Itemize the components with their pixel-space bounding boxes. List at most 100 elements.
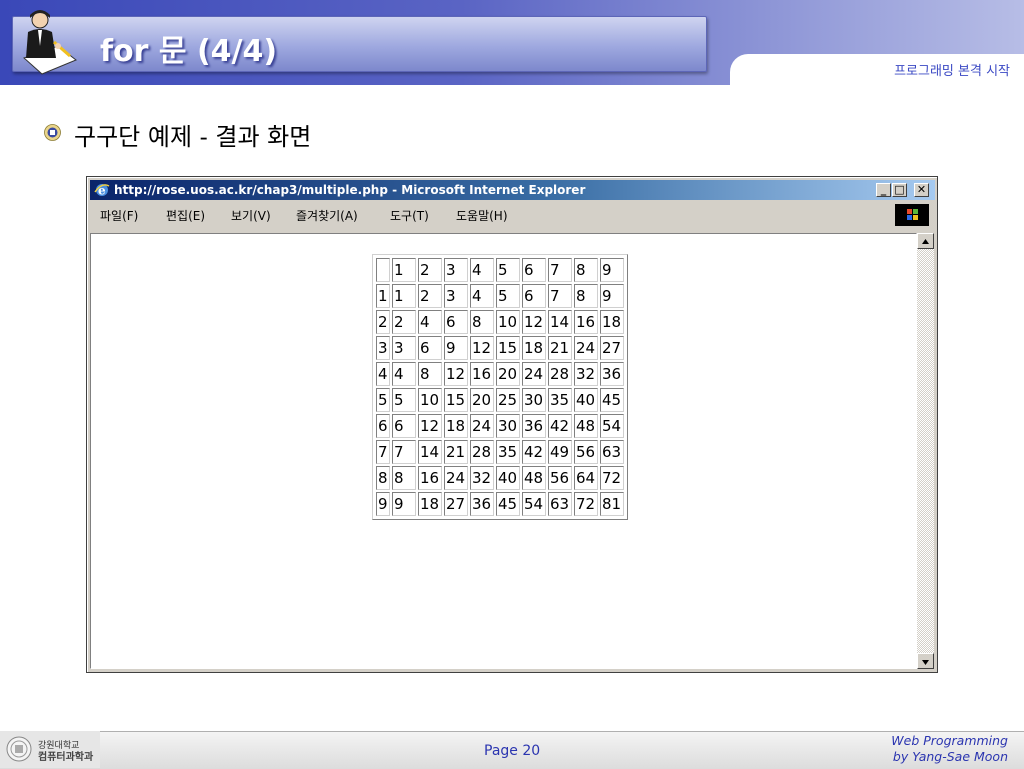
table-cell: 6 (392, 414, 416, 438)
minimize-button[interactable]: _ (876, 183, 891, 197)
table-cell: 30 (496, 414, 520, 438)
table-cell: 3 (444, 284, 468, 308)
table-row: 6 6 12 18 24 30 36 42 48 54 (376, 414, 624, 438)
table-cell: 42 (522, 440, 546, 464)
close-button[interactable]: ✕ (914, 183, 929, 197)
credit: Web Programming by Yang-Sae Moon (891, 733, 1008, 765)
table-cell: 45 (496, 492, 520, 516)
table-row: 7 7 14 21 28 35 42 49 56 63 (376, 440, 624, 464)
table-cell: 5 (496, 284, 520, 308)
table-cell: 15 (444, 388, 468, 412)
table-cell: 54 (600, 414, 624, 438)
table-cell: 54 (522, 492, 546, 516)
table-cell: 4 (418, 310, 442, 334)
table-cell: 64 (574, 466, 598, 490)
table-cell: 7 (548, 284, 572, 308)
table-cell: 8 (418, 362, 442, 386)
table-cell: 56 (548, 466, 572, 490)
menu-edit[interactable]: 편집(E) (166, 207, 205, 224)
table-cell: 6 (522, 284, 546, 308)
table-cell: 12 (418, 414, 442, 438)
table-cell: 5 (392, 388, 416, 412)
scroll-down-button[interactable] (917, 653, 934, 669)
table-cell: 20 (470, 388, 494, 412)
table-cell: 14 (418, 440, 442, 464)
menu-help[interactable]: 도움말(H) (456, 207, 508, 224)
table-cell: 24 (444, 466, 468, 490)
table-cell: 40 (496, 466, 520, 490)
table-cell: 24 (574, 336, 598, 360)
table-cell: 18 (600, 310, 624, 334)
table-cell: 63 (548, 492, 572, 516)
table-cell: 4 (392, 362, 416, 386)
table-cell: 49 (548, 440, 572, 464)
table-cell: 72 (600, 466, 624, 490)
table-cell: 3 (444, 258, 468, 282)
table-cell: 35 (548, 388, 572, 412)
table-cell: 8 (574, 284, 598, 308)
table-cell: 6 (444, 310, 468, 334)
arrow-down-icon (922, 660, 929, 665)
table-cell: 35 (496, 440, 520, 464)
table-cell: 18 (418, 492, 442, 516)
table-row: 8 8 16 24 32 40 48 56 64 72 (376, 466, 624, 490)
university-seal-icon (6, 736, 32, 762)
table-cell (376, 258, 390, 282)
table-cell: 32 (574, 362, 598, 386)
table-cell: 45 (600, 388, 624, 412)
table-row: 2 2 4 6 8 10 12 14 16 18 (376, 310, 624, 334)
table-cell: 40 (574, 388, 598, 412)
table-cell: 18 (444, 414, 468, 438)
table-cell: 8 (392, 466, 416, 490)
menu-tools[interactable]: 도구(T) (390, 207, 429, 224)
internet-explorer-icon: e (94, 184, 110, 198)
menu-favorites[interactable]: 즐겨찾기(A) (296, 207, 358, 224)
browser-title: http://rose.uos.ac.kr/chap3/multiple.php… (114, 183, 586, 197)
table-cell: 15 (496, 336, 520, 360)
table-cell: 8 (574, 258, 598, 282)
windows-logo-icon (895, 204, 929, 226)
table-row: 3 3 6 9 12 15 18 21 24 27 (376, 336, 624, 360)
table-cell: 16 (470, 362, 494, 386)
dept-line1: 강원대학교 (38, 741, 80, 751)
table-row: 5 5 10 15 20 25 30 35 40 45 (376, 388, 624, 412)
bullet-text: 구구단 예제 - 결과 화면 (74, 123, 312, 151)
table-cell: 14 (548, 310, 572, 334)
table-cell: 21 (444, 440, 468, 464)
page-content: 1 2 3 4 5 6 7 8 9 1 1 2 3 4 5 6 7 8 9 2 2 4 6 8 10 12 14 16 18 3 3 6 9 12… (90, 233, 917, 669)
businessman-writing-icon (23, 10, 77, 75)
table-cell: 7 (376, 440, 390, 464)
menu-view[interactable]: 보기(V) (231, 207, 271, 224)
table-row: 9 9 18 27 36 45 54 63 72 81 (376, 492, 624, 516)
browser-title-bar[interactable]: e http://rose.uos.ac.kr/chap3/multiple.p… (90, 180, 935, 200)
dept-name: 강원대학교 컴퓨터과학과 (38, 741, 93, 763)
table-cell: 5 (376, 388, 390, 412)
table-cell: 9 (600, 284, 624, 308)
table-cell: 4 (470, 284, 494, 308)
table-cell: 25 (496, 388, 520, 412)
slide-title: for 문 (4/4) (100, 34, 278, 69)
vertical-scrollbar[interactable] (917, 233, 934, 669)
table-cell: 2 (376, 310, 390, 334)
table-cell: 48 (574, 414, 598, 438)
credit-line1: Web Programming (891, 733, 1008, 748)
table-cell: 27 (600, 336, 624, 360)
table-cell: 3 (392, 336, 416, 360)
table-cell: 1 (376, 284, 390, 308)
table-cell: 21 (548, 336, 572, 360)
table-cell: 9 (444, 336, 468, 360)
header-tab-label: 프로그래밍 본격 시작 (894, 64, 1010, 79)
table-cell: 36 (470, 492, 494, 516)
maximize-button[interactable]: □ (892, 183, 907, 197)
table-cell: 12 (444, 362, 468, 386)
table-cell: 6 (522, 258, 546, 282)
table-cell: 7 (548, 258, 572, 282)
table-cell: 10 (496, 310, 520, 334)
scroll-up-button[interactable] (917, 233, 934, 249)
table-cell: 63 (600, 440, 624, 464)
table-cell: 6 (376, 414, 390, 438)
table-cell: 2 (418, 284, 442, 308)
table-cell: 12 (522, 310, 546, 334)
table-cell: 24 (470, 414, 494, 438)
menu-file[interactable]: 파일(F) (100, 207, 138, 224)
